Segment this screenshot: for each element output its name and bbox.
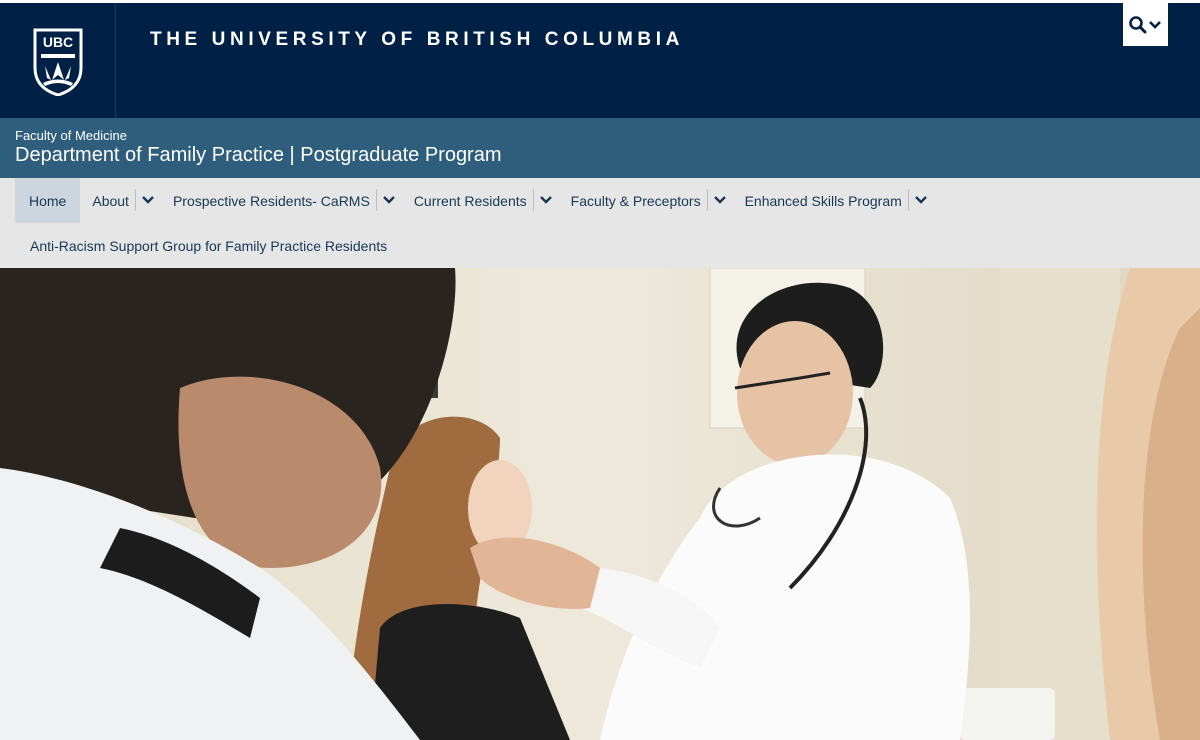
university-wordmark[interactable]: THE UNIVERSITY OF BRITISH COLUMBIA bbox=[150, 29, 684, 51]
nav-item-enhanced-skills[interactable]: Enhanced Skills Program bbox=[733, 178, 908, 223]
nav-item-label: Faculty & Preceptors bbox=[570, 192, 701, 209]
nav-item-label: About bbox=[92, 192, 129, 209]
unit-name-bar: Faculty of Medicine Department of Family… bbox=[0, 118, 1200, 178]
ubc-logo-link[interactable]: UBC bbox=[0, 3, 116, 118]
chevron-down-icon bbox=[539, 196, 552, 204]
chevron-down-icon bbox=[914, 196, 927, 204]
primary-navigation: Home About Prospective Residents- CaRMS … bbox=[0, 178, 1200, 268]
nav-item-anti-racism-support[interactable]: Anti-Racism Support Group for Family Pra… bbox=[15, 238, 387, 254]
nav-row-2: Anti-Racism Support Group for Family Pra… bbox=[15, 223, 387, 268]
nav-item-label: Enhanced Skills Program bbox=[744, 192, 902, 209]
nav-item-faculty-preceptors[interactable]: Faculty & Preceptors bbox=[559, 178, 707, 223]
faculty-link[interactable]: Faculty of Medicine bbox=[15, 128, 127, 143]
hero-photo-illustration bbox=[0, 268, 1200, 740]
nav-item-about[interactable]: About bbox=[80, 178, 135, 223]
nav-item-label: Current Residents bbox=[413, 192, 527, 209]
nav-item-current-residents[interactable]: Current Residents bbox=[402, 178, 533, 223]
enhanced-skills-dropdown-toggle[interactable] bbox=[907, 189, 934, 211]
header-top-strip bbox=[0, 0, 1200, 3]
ubc-logo-text: UBC bbox=[43, 34, 73, 50]
ubc-header: UBC THE UNIVERSITY OF BRITISH COLUMBIA bbox=[0, 0, 1200, 118]
current-residents-dropdown-toggle[interactable] bbox=[532, 189, 559, 211]
chevron-down-icon bbox=[382, 196, 395, 204]
about-dropdown-toggle[interactable] bbox=[134, 189, 161, 211]
nav-item-prospective-residents[interactable]: Prospective Residents- CaRMS bbox=[161, 178, 376, 223]
chevron-down-icon bbox=[142, 196, 154, 204]
ubc-crest-icon: UBC bbox=[33, 28, 83, 96]
faculty-preceptors-dropdown-toggle[interactable] bbox=[706, 189, 733, 211]
chevron-down-icon bbox=[1149, 21, 1161, 29]
nav-item-home[interactable]: Home bbox=[15, 178, 81, 223]
department-title[interactable]: Department of Family Practice | Postgrad… bbox=[15, 144, 502, 167]
nav-row-1: Home About Prospective Residents- CaRMS … bbox=[15, 178, 934, 223]
nav-item-label: Anti-Racism Support Group for Family Pra… bbox=[30, 237, 388, 254]
nav-item-label: Prospective Residents- CaRMS bbox=[172, 192, 370, 209]
prospective-residents-dropdown-toggle[interactable] bbox=[375, 189, 402, 211]
search-toggle-button[interactable] bbox=[1123, 3, 1168, 46]
chevron-down-icon bbox=[713, 196, 726, 204]
hero-image bbox=[0, 268, 1200, 740]
nav-item-label: Home bbox=[29, 192, 67, 209]
search-icon bbox=[1129, 16, 1161, 34]
